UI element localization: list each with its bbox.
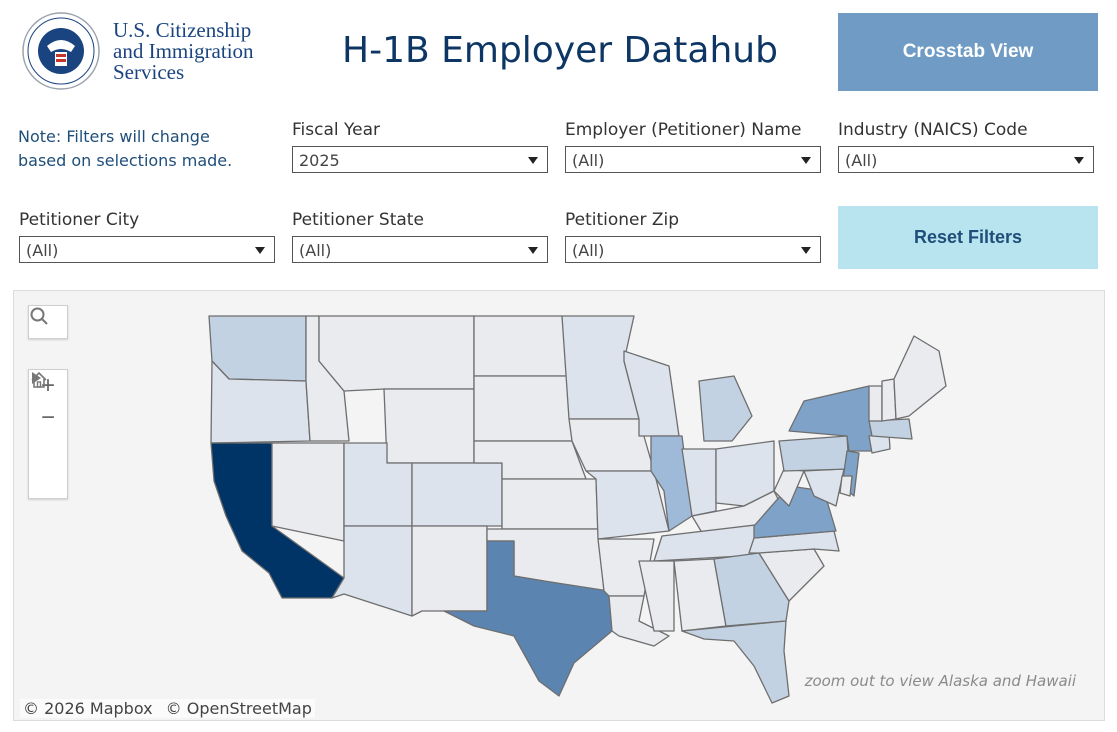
filter-note: Note: Filters will change based on selec… xyxy=(18,127,233,170)
employer-value: (All) xyxy=(572,151,605,170)
employer-filter: Employer (Petitioner) Name (All) xyxy=(565,120,825,173)
state-montana[interactable] xyxy=(318,315,475,392)
fiscal-year-select[interactable]: 2025 xyxy=(292,146,548,173)
employer-select[interactable]: (All) xyxy=(565,146,821,173)
mapbox-attribution[interactable]: © 2026 Mapbox xyxy=(23,699,153,718)
state-pennsylvania[interactable] xyxy=(778,435,850,472)
state-label: Petitioner State xyxy=(292,210,424,230)
state-arizona[interactable] xyxy=(331,525,413,617)
chevron-down-icon xyxy=(255,247,265,254)
state-maine[interactable] xyxy=(893,335,947,420)
state-vermont[interactable] xyxy=(868,385,883,422)
map-attribution: © 2026 Mapbox © OpenStreetMap xyxy=(20,699,315,718)
reset-filters-button[interactable]: Reset Filters xyxy=(838,206,1098,269)
state-michigan[interactable] xyxy=(698,375,753,442)
state-value: (All) xyxy=(299,241,332,260)
chevron-down-icon xyxy=(801,157,811,164)
agency-name: U.S. Citizenship and Immigration Service… xyxy=(113,20,254,83)
chevron-down-icon xyxy=(528,247,538,254)
city-value: (All) xyxy=(26,241,59,260)
state-south-dakota[interactable] xyxy=(473,375,573,442)
state-missouri[interactable] xyxy=(585,470,670,540)
fiscal-year-label: Fiscal Year xyxy=(292,120,381,140)
home-icon[interactable] xyxy=(29,371,67,466)
page-title: H-1B Employer Datahub xyxy=(342,30,778,71)
fiscal-year-filter: Fiscal Year 2025 xyxy=(292,120,552,173)
state-wyoming[interactable] xyxy=(383,388,475,464)
us-map[interactable]: + − zoom out to view Alaska and Hawaii ©… xyxy=(13,290,1105,721)
chevron-down-icon xyxy=(528,157,538,164)
zip-select[interactable]: (All) xyxy=(565,236,821,263)
state-kansas[interactable] xyxy=(501,478,599,530)
zip-value: (All) xyxy=(572,241,605,260)
uscis-logo: U.S. Citizenship and Immigration Service… xyxy=(22,12,292,92)
city-select[interactable]: (All) xyxy=(19,236,275,263)
state-colorado[interactable] xyxy=(411,462,503,527)
agency-line-1: U.S. Citizenship xyxy=(113,18,252,42)
industry-select[interactable]: (All) xyxy=(838,146,1094,173)
osm-attribution[interactable]: © OpenStreetMap xyxy=(166,699,312,718)
industry-filter: Industry (NAICS) Code (All) xyxy=(838,120,1098,173)
fiscal-year-value: 2025 xyxy=(299,151,340,170)
state-new-mexico[interactable] xyxy=(411,525,488,617)
zip-filter: Petitioner Zip (All) xyxy=(565,210,825,263)
industry-label: Industry (NAICS) Code xyxy=(838,120,1028,140)
play-icon[interactable] xyxy=(29,372,67,498)
city-filter: Petitioner City (All) xyxy=(19,210,279,263)
zip-label: Petitioner Zip xyxy=(565,210,680,230)
state-filter: Petitioner State (All) xyxy=(292,210,552,263)
map-canvas[interactable] xyxy=(14,291,1104,720)
dhs-seal-icon xyxy=(22,12,100,90)
state-nevada[interactable] xyxy=(271,442,345,542)
agency-line-2: and Immigration xyxy=(113,39,254,63)
state-north-dakota[interactable] xyxy=(473,315,570,377)
state-select[interactable]: (All) xyxy=(292,236,548,263)
chevron-down-icon xyxy=(1074,157,1084,164)
search-icon[interactable] xyxy=(29,306,67,338)
map-hint: zoom out to view Alaska and Hawaii xyxy=(804,672,1076,690)
map-search-control[interactable] xyxy=(28,305,68,339)
state-washington[interactable] xyxy=(208,315,307,382)
state-delaware[interactable] xyxy=(839,475,853,497)
agency-line-3: Services xyxy=(113,60,185,84)
crosstab-view-button[interactable]: Crosstab View xyxy=(838,13,1098,91)
state-massachusetts[interactable] xyxy=(868,418,913,440)
zoom-out-icon[interactable]: − xyxy=(29,402,67,434)
city-label: Petitioner City xyxy=(19,210,140,230)
industry-value: (All) xyxy=(845,151,878,170)
state-florida[interactable] xyxy=(681,620,790,704)
chevron-down-icon xyxy=(801,247,811,254)
map-zoom-controls: + − xyxy=(28,369,68,499)
employer-label: Employer (Petitioner) Name xyxy=(565,120,802,140)
